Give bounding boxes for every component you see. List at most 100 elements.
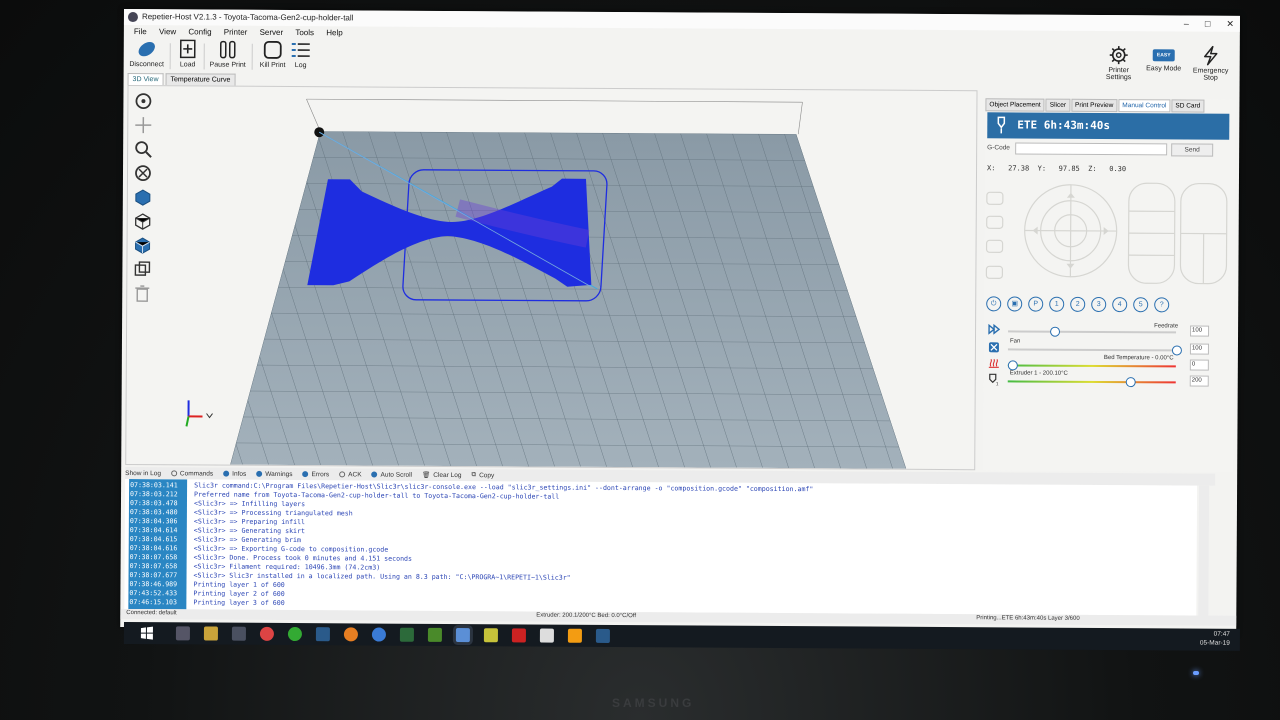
- app-icon[interactable]: [427, 627, 442, 642]
- view-top-icon[interactable]: [134, 212, 152, 230]
- 3d-view[interactable]: [125, 85, 978, 471]
- move-view-icon[interactable]: [134, 116, 152, 134]
- close-button[interactable]: ✕: [1226, 16, 1234, 32]
- pause-print-button[interactable]: Pause Print: [208, 40, 248, 69]
- help-button[interactable]: ?: [1154, 297, 1170, 313]
- menu-printer[interactable]: Printer: [224, 26, 248, 40]
- app-icon[interactable]: [483, 628, 498, 643]
- extruder-temp-value[interactable]: 200: [1189, 375, 1209, 387]
- infos-option[interactable]: Infos: [223, 470, 246, 477]
- steam-icon[interactable]: [315, 627, 330, 642]
- extruder-temp-row: 1 Extruder 1 - 200.10°C 200: [986, 370, 1230, 389]
- auto-scroll-option[interactable]: Auto Scroll: [371, 471, 412, 478]
- extruder-temp-slider[interactable]: [1125, 377, 1136, 388]
- tab-sd-card[interactable]: SD Card: [1171, 99, 1205, 113]
- tab-manual-control[interactable]: Manual Control: [1118, 99, 1171, 113]
- power-icon[interactable]: ⏻: [986, 296, 1002, 312]
- bed-temp-slider[interactable]: [1007, 360, 1018, 371]
- chrome-icon[interactable]: [259, 626, 274, 641]
- park-button[interactable]: P: [1028, 296, 1044, 312]
- mail-icon[interactable]: [175, 626, 190, 641]
- copy-button[interactable]: ⧉ Copy: [471, 471, 494, 479]
- bed-temp-value[interactable]: 0: [1189, 359, 1209, 371]
- sd-print-icon[interactable]: ▣: [1007, 296, 1023, 312]
- menu-tools[interactable]: Tools: [295, 26, 314, 40]
- jog-controls[interactable]: [984, 180, 1229, 291]
- app-icon[interactable]: [371, 627, 386, 642]
- log-button[interactable]: Log: [290, 40, 312, 69]
- printer-settings-button[interactable]: Printer Settings: [1096, 45, 1142, 81]
- log-timestamp: 07:43:52.433: [129, 589, 178, 598]
- extruder-icon: [997, 116, 1006, 134]
- tab-3d-view[interactable]: 3D View: [127, 73, 164, 86]
- warnings-option[interactable]: Warnings: [256, 470, 293, 478]
- menu-server[interactable]: Server: [260, 26, 284, 40]
- log-timestamp: 07:46:15.103: [129, 598, 178, 607]
- kill-print-button[interactable]: Kill Print: [258, 40, 288, 69]
- tab-slicer[interactable]: Slicer: [1045, 98, 1071, 112]
- log-timestamp: 07:38:03.480: [129, 508, 178, 517]
- emergency-stop-button[interactable]: Emergency Stop: [1186, 45, 1236, 82]
- print-status: Printing...ETE 6h:43m:40s Layer 3/600: [976, 615, 1080, 622]
- kill-print-label: Kill Print: [259, 61, 286, 69]
- tab-temperature-curve[interactable]: Temperature Curve: [165, 73, 236, 86]
- extruder-icon: 1: [989, 373, 999, 385]
- fan-value[interactable]: 100: [1189, 343, 1209, 355]
- easy-mode-icon: EASY: [1152, 45, 1175, 65]
- connection-status: Connected: default: [126, 610, 177, 617]
- macro-5-button[interactable]: 5: [1133, 297, 1149, 313]
- tab-print-preview[interactable]: Print Preview: [1070, 98, 1118, 113]
- ete-text: ETE 6h:43m:40s: [1017, 118, 1111, 133]
- app-icon[interactable]: [231, 626, 246, 641]
- steam-icon[interactable]: [595, 628, 610, 643]
- macro-2-button[interactable]: 2: [1070, 296, 1086, 312]
- vlc-icon[interactable]: [567, 628, 582, 643]
- load-button[interactable]: Load: [176, 39, 200, 68]
- log-panel[interactable]: 07:38:03.141 Slic3r command:C:\Program Fi…: [124, 479, 1198, 616]
- log-scrollbar[interactable]: [1198, 485, 1210, 616]
- menu-help[interactable]: Help: [326, 26, 343, 40]
- fast-forward-icon: [988, 323, 1001, 335]
- log-timestamp: 07:38:07.677: [129, 571, 178, 580]
- view-iso-icon[interactable]: [134, 236, 152, 254]
- commands-option[interactable]: Commands: [170, 470, 213, 477]
- print-bed-scene: [185, 98, 909, 469]
- easy-mode-label: Easy Mode: [1146, 65, 1182, 73]
- gcode-input[interactable]: [1015, 142, 1168, 156]
- file-explorer-icon[interactable]: [203, 626, 218, 641]
- app-icon[interactable]: [343, 627, 358, 642]
- app-icon[interactable]: [287, 627, 302, 642]
- temperature-status: Extruder: 200.1/200°C Bed: 0.0°C/Off: [536, 612, 637, 620]
- errors-option[interactable]: Errors: [302, 471, 329, 478]
- repetier-host-icon[interactable]: [455, 628, 470, 643]
- pdf-icon[interactable]: [511, 628, 526, 643]
- printer-settings-label: Printer Settings: [1105, 67, 1132, 82]
- send-button[interactable]: Send: [1171, 143, 1214, 157]
- feedrate-slider[interactable]: [1050, 326, 1061, 337]
- clear-log-button[interactable]: 🗑 Clear Log: [422, 471, 462, 479]
- macro-1-button[interactable]: 1: [1049, 296, 1065, 312]
- tab-object-placement[interactable]: Object Placement: [985, 98, 1045, 112]
- windows-start-icon[interactable]: [140, 626, 154, 640]
- menu-file[interactable]: File: [134, 25, 147, 39]
- ack-option[interactable]: ACK: [339, 471, 362, 478]
- trash-icon[interactable]: [133, 284, 151, 302]
- move-object-icon[interactable]: [134, 164, 152, 182]
- minimize-button[interactable]: –: [1184, 15, 1189, 31]
- app-icon[interactable]: [539, 628, 554, 643]
- system-clock[interactable]: 07:47 05-Mar-19: [1200, 630, 1230, 648]
- zoom-icon[interactable]: [134, 140, 152, 158]
- menu-config[interactable]: Config: [188, 25, 211, 39]
- maximize-button[interactable]: □: [1205, 16, 1211, 32]
- macro-3-button[interactable]: 3: [1091, 296, 1107, 313]
- easy-mode-button[interactable]: EASY Easy Mode: [1146, 45, 1182, 72]
- app-icon[interactable]: [399, 627, 414, 642]
- disconnect-button[interactable]: Disconnect: [128, 39, 166, 68]
- menu-view[interactable]: View: [159, 25, 176, 39]
- fan-slider[interactable]: [1171, 345, 1182, 356]
- rotate-view-icon[interactable]: [134, 92, 152, 110]
- macro-4-button[interactable]: 4: [1112, 297, 1128, 313]
- parallel-view-icon[interactable]: [133, 260, 151, 278]
- feedrate-value[interactable]: 100: [1190, 325, 1210, 337]
- view-front-icon[interactable]: [134, 188, 152, 206]
